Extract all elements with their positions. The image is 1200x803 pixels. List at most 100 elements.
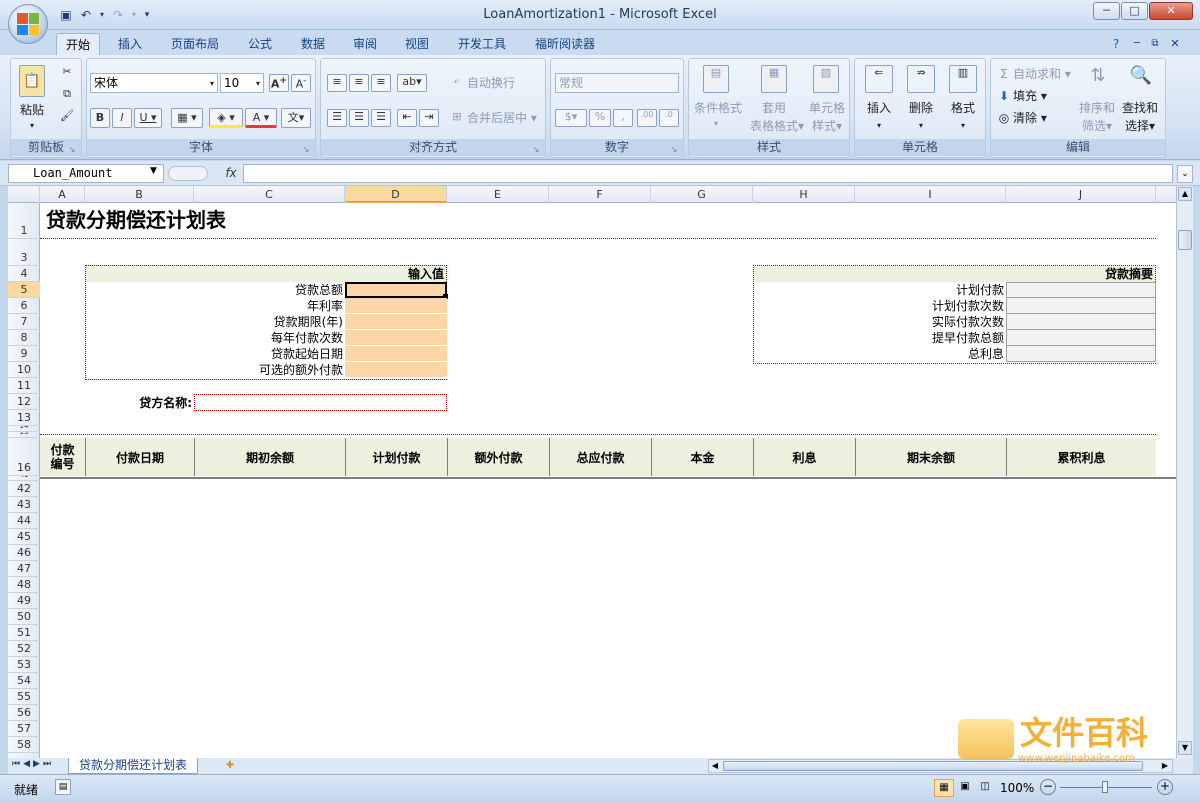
loan-amount-cell[interactable] xyxy=(345,282,447,298)
fill-icon[interactable]: ⬇ xyxy=(997,89,1011,103)
conditional-formatting-button[interactable]: 条件格式 xyxy=(691,101,745,115)
row-header[interactable]: 9 xyxy=(8,346,40,362)
font-launcher-icon[interactable]: ↘ xyxy=(301,143,311,157)
office-button[interactable] xyxy=(8,4,48,44)
autosum-button[interactable]: 自动求和 ▾ xyxy=(1013,67,1077,81)
ribbon-minimize-icon[interactable]: ─ xyxy=(1130,33,1144,55)
find-select-button-line2[interactable]: 选择▾ xyxy=(1119,119,1161,133)
column-header[interactable]: E xyxy=(447,186,549,203)
maximize-button[interactable]: □ xyxy=(1121,2,1148,20)
delete-cells-icon[interactable]: ⇏ xyxy=(907,65,935,93)
grow-font-icon[interactable]: A+ xyxy=(269,74,289,92)
scroll-left-icon[interactable]: ◀ xyxy=(709,760,721,772)
row-header[interactable]: 3 xyxy=(8,239,40,266)
binoculars-icon[interactable]: 🔍 xyxy=(1127,65,1155,93)
summary-value-cell[interactable] xyxy=(1006,314,1156,330)
column-header[interactable]: I xyxy=(855,186,1006,203)
expand-formula-bar-icon[interactable]: ⌄ xyxy=(1177,165,1193,183)
row-header[interactable]: 44 xyxy=(8,513,40,529)
conditional-formatting-icon[interactable]: ▤ xyxy=(703,65,729,93)
formula-bar-splitter[interactable] xyxy=(168,166,208,181)
format-painter-icon[interactable]: 🖌 xyxy=(59,109,75,125)
row-header[interactable]: 47 xyxy=(8,561,40,577)
row-header[interactable]: 50 xyxy=(8,609,40,625)
underline-icon[interactable]: U ▾ xyxy=(134,108,162,128)
wrap-text-icon[interactable]: ⤶ xyxy=(449,74,465,90)
bold-icon[interactable]: B xyxy=(90,108,110,128)
page-layout-view-icon[interactable]: ▣ xyxy=(956,779,974,797)
column-header[interactable]: G xyxy=(651,186,753,203)
tab-formulas[interactable]: 公式 xyxy=(238,33,282,55)
align-middle-icon[interactable]: ≡ xyxy=(349,74,369,92)
merge-center-button[interactable]: 合并后居中 ▾ xyxy=(467,111,543,125)
scroll-down-icon[interactable]: ▼ xyxy=(1178,741,1192,755)
row-header[interactable]: 45 xyxy=(8,529,40,545)
copy-icon[interactable]: ⧉ xyxy=(59,87,75,103)
close-button[interactable]: ✕ xyxy=(1149,2,1193,20)
format-cells-dropdown-icon[interactable]: ▾ xyxy=(958,119,968,133)
zoom-in-icon[interactable]: + xyxy=(1157,779,1173,795)
font-size-dropdown-icon[interactable]: ▾ xyxy=(253,77,263,91)
wrap-text-button[interactable]: 自动换行 xyxy=(467,76,527,90)
row-header[interactable]: 55 xyxy=(8,689,40,705)
format-as-table-button-line2[interactable]: 表格格式▾ xyxy=(745,119,809,133)
start-date-cell[interactable] xyxy=(345,346,447,362)
row-header[interactable]: 54 xyxy=(8,673,40,689)
row-header[interactable]: 56 xyxy=(8,705,40,721)
conditional-formatting-dropdown-icon[interactable]: ▾ xyxy=(711,117,721,131)
row-header[interactable]: 43 xyxy=(8,497,40,513)
row-header[interactable]: 42 xyxy=(8,481,40,497)
insert-cells-button[interactable]: 插入 xyxy=(861,101,897,115)
save-icon[interactable]: ▣ xyxy=(58,7,74,23)
tab-insert[interactable]: 插入 xyxy=(108,33,152,55)
merge-center-icon[interactable]: ⊞ xyxy=(449,110,465,126)
row-header[interactable]: 13 xyxy=(8,410,40,426)
normal-view-icon[interactable]: ▦ xyxy=(934,779,954,797)
lender-name-cell[interactable] xyxy=(194,394,447,411)
shrink-font-icon[interactable]: A- xyxy=(291,74,311,92)
column-header[interactable]: D xyxy=(345,186,447,203)
summary-value-cell[interactable] xyxy=(1006,346,1156,362)
align-center-icon[interactable]: ☰ xyxy=(349,109,369,127)
row-header[interactable]: 46 xyxy=(8,545,40,561)
customize-qat-icon[interactable]: ▾ xyxy=(142,7,152,23)
column-header[interactable]: A xyxy=(40,186,85,203)
row-header[interactable]: 1 xyxy=(8,203,40,239)
fill-color-icon[interactable]: ◈ ▾ xyxy=(209,108,243,128)
percent-icon[interactable]: % xyxy=(589,109,611,127)
clipboard-launcher-icon[interactable]: ↘ xyxy=(67,143,77,157)
row-header[interactable]: 10 xyxy=(8,362,40,378)
macro-record-icon[interactable]: ▤ xyxy=(55,779,71,795)
borders-icon[interactable]: ▦ ▾ xyxy=(171,108,203,128)
italic-icon[interactable]: I xyxy=(112,108,132,128)
name-box-dropdown-icon[interactable]: ▼ xyxy=(150,166,160,176)
align-bottom-icon[interactable]: ≡ xyxy=(371,74,391,92)
align-right-icon[interactable]: ☰ xyxy=(371,109,391,127)
zoom-slider-thumb[interactable] xyxy=(1102,781,1108,793)
cell-styles-button-line1[interactable]: 单元格 xyxy=(805,101,849,115)
name-box[interactable]: Loan_Amount xyxy=(8,164,164,183)
help-icon[interactable]: ? xyxy=(1106,33,1126,55)
tab-foxit-reader[interactable]: 福昕阅读器 xyxy=(525,33,605,55)
row-header[interactable]: 7 xyxy=(8,314,40,330)
currency-icon[interactable]: $▾ xyxy=(555,109,587,127)
row-header[interactable]: 4 xyxy=(8,266,40,282)
clear-icon[interactable]: ◎ xyxy=(997,111,1011,125)
delete-cells-dropdown-icon[interactable]: ▾ xyxy=(916,119,926,133)
comma-style-icon[interactable]: , xyxy=(613,109,633,127)
row-header[interactable]: 49 xyxy=(8,593,40,609)
paste-button[interactable]: 粘贴 xyxy=(15,103,49,117)
interest-rate-cell[interactable] xyxy=(345,298,447,314)
find-select-button-line1[interactable]: 查找和 xyxy=(1119,101,1161,115)
redo-icon[interactable]: ↷ xyxy=(110,7,126,23)
font-color-icon[interactable]: A ▾ xyxy=(245,108,277,128)
alignment-launcher-icon[interactable]: ↘ xyxy=(531,143,541,157)
paste-icon[interactable]: 📋 xyxy=(19,65,45,97)
paste-dropdown-icon[interactable]: ▾ xyxy=(27,119,37,133)
zoom-out-icon[interactable]: − xyxy=(1040,779,1056,795)
clear-button[interactable]: 清除 ▾ xyxy=(1013,111,1057,125)
row-header[interactable]: 53 xyxy=(8,657,40,673)
extra-payment-cell[interactable] xyxy=(345,362,447,378)
row-header[interactable]: 48 xyxy=(8,577,40,593)
tab-review[interactable]: 审阅 xyxy=(343,33,387,55)
